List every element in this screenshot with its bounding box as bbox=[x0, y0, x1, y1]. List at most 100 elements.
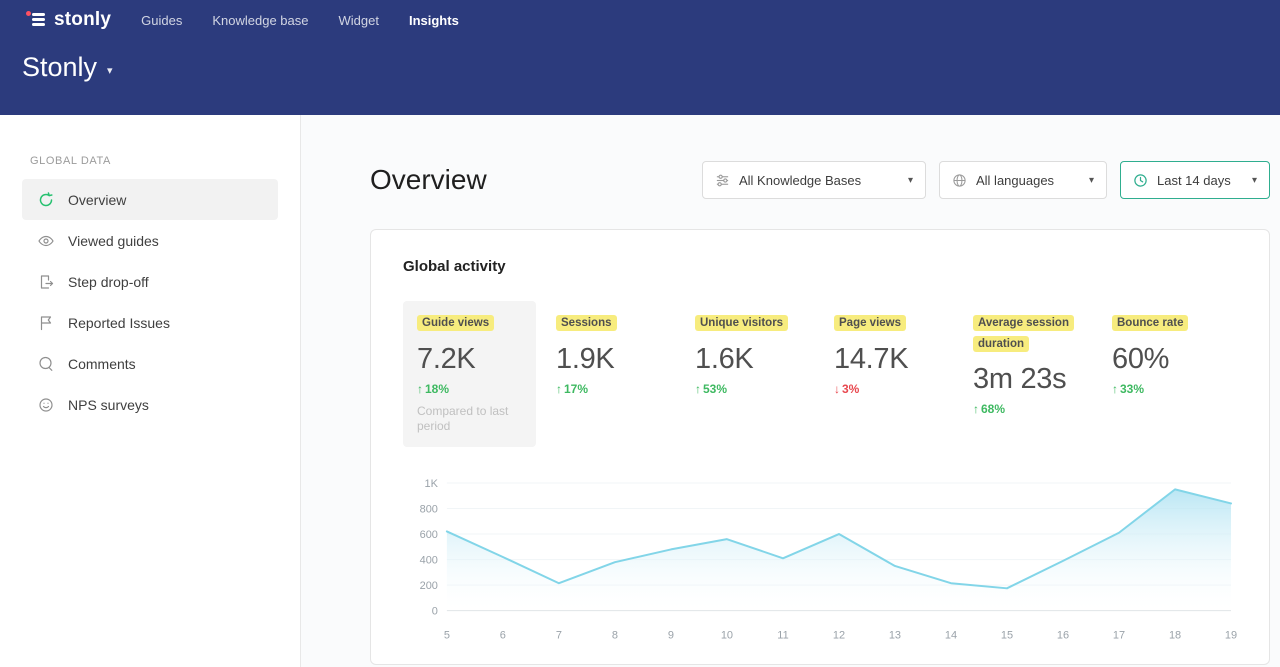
x-axis-label: 7 bbox=[556, 629, 562, 641]
workspace-name[interactable]: Stonly bbox=[22, 52, 97, 83]
x-axis-label: 17 bbox=[1113, 629, 1125, 641]
y-axis-label: 1K bbox=[424, 478, 438, 490]
card-title: Global activity bbox=[403, 258, 1237, 275]
page-title: Overview bbox=[370, 164, 487, 196]
x-axis-label: 6 bbox=[500, 629, 506, 641]
metric-label: Page views bbox=[834, 315, 906, 331]
comments-icon bbox=[38, 356, 54, 372]
arrow-down-icon: ↓ bbox=[834, 382, 840, 396]
flag-icon bbox=[38, 315, 54, 331]
filter-date-range[interactable]: Last 14 days ▾ bbox=[1120, 161, 1270, 199]
main-panel: Overview All Knowledge Bases ▾ All langu… bbox=[301, 115, 1280, 667]
sliders-icon bbox=[715, 173, 730, 188]
metric-sessions[interactable]: Sessions 1.9K ↑17% bbox=[542, 301, 675, 408]
x-axis-label: 15 bbox=[1001, 629, 1013, 641]
x-axis-label: 9 bbox=[668, 629, 674, 641]
y-axis-label: 600 bbox=[420, 529, 438, 541]
x-axis-label: 16 bbox=[1057, 629, 1069, 641]
filter-knowledge-bases-label: All Knowledge Bases bbox=[739, 173, 861, 188]
metric-value: 7.2K bbox=[417, 344, 522, 376]
sidebar-item-label: Viewed guides bbox=[68, 233, 159, 249]
metric-bounce-rate[interactable]: Bounce rate 60% ↑33% bbox=[1098, 301, 1231, 408]
x-axis-label: 11 bbox=[777, 629, 788, 641]
metric-label: Unique visitors bbox=[695, 315, 788, 331]
eye-icon bbox=[38, 233, 54, 249]
smiley-icon bbox=[38, 397, 54, 413]
workspace-caret-icon[interactable]: ▾ bbox=[107, 64, 113, 77]
arrow-up-icon: ↑ bbox=[973, 402, 979, 416]
metric-guide-views[interactable]: Guide views 7.2K ↑18% Compared to last p… bbox=[403, 301, 536, 447]
arrow-up-icon: ↑ bbox=[556, 382, 562, 396]
metric-value: 1.9K bbox=[556, 344, 661, 376]
sidebar-item-label: Step drop-off bbox=[68, 274, 149, 290]
top-header: stonly Guides Knowledge base Widget Insi… bbox=[0, 0, 1280, 115]
filter-knowledge-bases[interactable]: All Knowledge Bases ▾ bbox=[702, 161, 926, 199]
x-axis-label: 13 bbox=[889, 629, 901, 641]
sidebar-section-label: GLOBAL DATA bbox=[0, 155, 300, 167]
nav-items: Guides Knowledge base Widget Insights bbox=[141, 13, 459, 28]
sidebar-item-label: Reported Issues bbox=[68, 315, 170, 331]
workspace-selector[interactable]: Stonly ▾ bbox=[0, 40, 1280, 83]
metric-delta: ↑33% bbox=[1112, 382, 1217, 396]
metric-average-session-duration[interactable]: Average session duration 3m 23s ↑68% bbox=[959, 301, 1092, 428]
globe-icon bbox=[952, 173, 967, 188]
nav-item-guides[interactable]: Guides bbox=[141, 13, 182, 28]
x-axis-label: 8 bbox=[612, 629, 618, 641]
nav-item-knowledge-base[interactable]: Knowledge base bbox=[212, 13, 308, 28]
main-nav: stonly Guides Knowledge base Widget Insi… bbox=[0, 0, 1280, 40]
sidebar: GLOBAL DATA Overview Viewed guides Step … bbox=[0, 115, 301, 667]
overview-icon bbox=[38, 192, 54, 208]
sidebar-item-label: Comments bbox=[68, 356, 136, 372]
x-axis-label: 10 bbox=[721, 629, 733, 641]
sidebar-item-comments[interactable]: Comments bbox=[22, 343, 278, 384]
metric-value: 1.6K bbox=[695, 344, 800, 376]
metric-label: Average session duration bbox=[973, 315, 1074, 352]
x-axis-label: 19 bbox=[1225, 629, 1237, 641]
metric-delta: ↑68% bbox=[973, 402, 1078, 416]
metric-unique-visitors[interactable]: Unique visitors 1.6K ↑53% bbox=[681, 301, 814, 408]
metric-value: 14.7K bbox=[834, 344, 939, 376]
sidebar-item-step-drop-off[interactable]: Step drop-off bbox=[22, 261, 278, 302]
step-drop-off-icon bbox=[38, 274, 54, 290]
sidebar-item-label: Overview bbox=[68, 192, 126, 208]
global-activity-card: Global activity Guide views 7.2K ↑18% Co… bbox=[370, 229, 1270, 665]
metric-delta: ↑17% bbox=[556, 382, 661, 396]
sidebar-item-label: NPS surveys bbox=[68, 397, 149, 413]
nav-item-insights[interactable]: Insights bbox=[409, 13, 459, 28]
sidebar-item-overview[interactable]: Overview bbox=[22, 179, 278, 220]
chevron-down-icon: ▾ bbox=[908, 175, 913, 186]
metric-delta: ↑18% bbox=[417, 382, 522, 396]
stonly-logo[interactable]: stonly bbox=[28, 9, 111, 31]
arrow-up-icon: ↑ bbox=[1112, 382, 1118, 396]
content-area: GLOBAL DATA Overview Viewed guides Step … bbox=[0, 115, 1280, 667]
stonly-logo-icon bbox=[28, 11, 48, 29]
metric-page-views[interactable]: Page views 14.7K ↓3% bbox=[820, 301, 953, 408]
y-axis-label: 400 bbox=[420, 554, 438, 566]
metric-label: Bounce rate bbox=[1112, 315, 1188, 331]
x-axis-label: 14 bbox=[945, 629, 957, 641]
filter-languages[interactable]: All languages ▾ bbox=[939, 161, 1107, 199]
y-axis-label: 200 bbox=[420, 580, 438, 592]
metric-delta: ↑53% bbox=[695, 382, 800, 396]
sidebar-item-reported-issues[interactable]: Reported Issues bbox=[22, 302, 278, 343]
filter-languages-label: All languages bbox=[976, 173, 1054, 188]
filters: All Knowledge Bases ▾ All languages ▾ La… bbox=[702, 161, 1270, 199]
metric-value: 60% bbox=[1112, 344, 1217, 376]
stonly-logo-text: stonly bbox=[54, 9, 111, 31]
nav-item-widget[interactable]: Widget bbox=[339, 13, 379, 28]
metric-label: Guide views bbox=[417, 315, 494, 331]
clock-icon bbox=[1133, 173, 1148, 188]
metric-note: Compared to last period bbox=[417, 404, 522, 435]
x-axis-label: 12 bbox=[833, 629, 845, 641]
sidebar-item-viewed-guides[interactable]: Viewed guides bbox=[22, 220, 278, 261]
sidebar-item-nps-surveys[interactable]: NPS surveys bbox=[22, 384, 278, 425]
metric-delta: ↓3% bbox=[834, 382, 939, 396]
y-axis-label: 800 bbox=[420, 503, 438, 515]
arrow-up-icon: ↑ bbox=[417, 382, 423, 396]
filter-date-range-label: Last 14 days bbox=[1157, 173, 1231, 188]
main-header: Overview All Knowledge Bases ▾ All langu… bbox=[370, 161, 1270, 199]
y-axis-label: 0 bbox=[432, 605, 438, 617]
global-activity-chart: 02004006008001K5678910111213141516171819 bbox=[403, 471, 1237, 647]
metrics-row: Guide views 7.2K ↑18% Compared to last p… bbox=[403, 301, 1237, 447]
chevron-down-icon: ▾ bbox=[1089, 175, 1094, 186]
